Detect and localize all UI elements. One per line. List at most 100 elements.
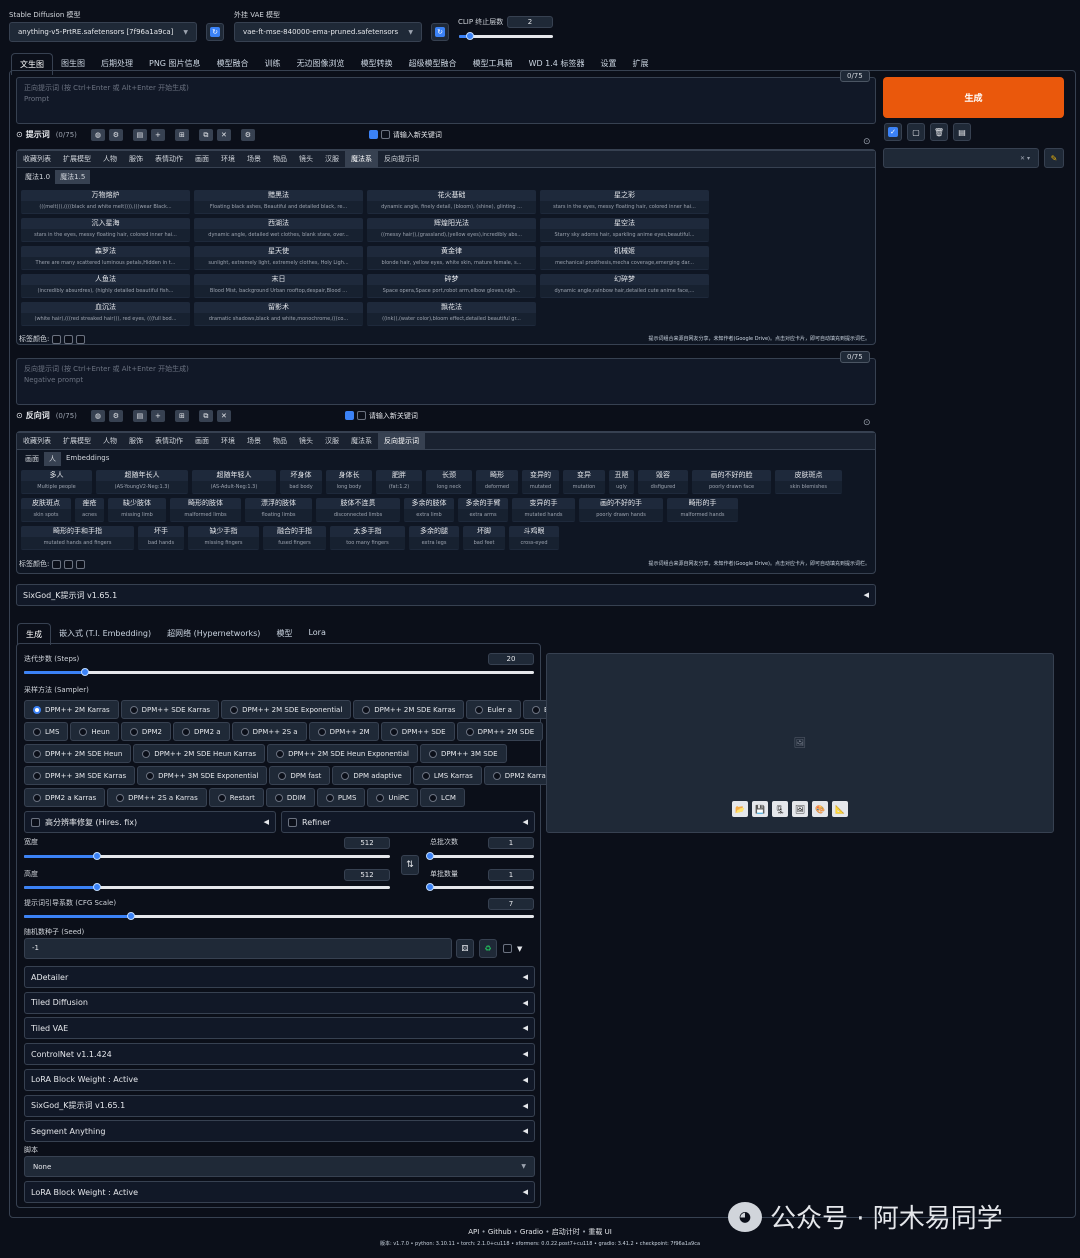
tag-card[interactable]: 坏脚 bad feet bbox=[463, 526, 505, 550]
color-swatch[interactable] bbox=[76, 559, 86, 569]
category-tab[interactable]: 画面 bbox=[189, 151, 215, 167]
category-tab[interactable]: 汉服 bbox=[319, 433, 345, 449]
tag-card[interactable]: 留影术 dramatic shadows,black and white,mono… bbox=[194, 302, 363, 326]
category-tab[interactable]: 表情动作 bbox=[149, 151, 189, 167]
sampler-option[interactable]: LMS Karras bbox=[412, 766, 482, 785]
sampler-option[interactable]: DDIM bbox=[265, 788, 315, 807]
sampler-option[interactable]: DPM++ 2M SDE bbox=[456, 722, 544, 741]
tag-card[interactable]: 沉入星海 stars in the eyes, messy floating ha… bbox=[21, 218, 190, 242]
slider-handle[interactable] bbox=[426, 883, 434, 891]
height-slider[interactable] bbox=[24, 883, 390, 891]
cfg-slider[interactable] bbox=[24, 912, 534, 920]
clip-slider[interactable] bbox=[459, 32, 553, 40]
tag-card[interactable]: 黄金律 blonde hair, yellow eyes, white skin,… bbox=[367, 246, 536, 270]
radio-dot[interactable] bbox=[116, 793, 125, 802]
sampler-option[interactable]: DPM++ 2M SDE Exponential bbox=[221, 700, 352, 719]
script-select[interactable]: None ▼ bbox=[24, 1156, 535, 1177]
tag-card[interactable]: 花火基础 dynamic angle, finely detail, (bloom… bbox=[367, 190, 536, 214]
radio-dot[interactable] bbox=[492, 771, 501, 780]
reuse-seed-button[interactable]: ♻ bbox=[479, 939, 497, 958]
color-swatch[interactable] bbox=[64, 559, 74, 569]
lora-block-weight-accordion[interactable]: LoRA Block Weight : Active ◀ bbox=[24, 1181, 535, 1203]
add-icon[interactable]: + bbox=[150, 409, 165, 422]
tag-card[interactable]: 畸形 deformed bbox=[476, 470, 518, 494]
tag-card[interactable]: 血沉法 (white hair),(((red streaked hair))),… bbox=[21, 302, 190, 326]
category-tab[interactable]: 人物 bbox=[97, 433, 123, 449]
clipboard-button[interactable]: ▤ bbox=[953, 123, 971, 141]
category-tab[interactable]: 魔法系 bbox=[345, 151, 378, 167]
steps-slider[interactable] bbox=[24, 668, 534, 676]
radio-dot[interactable] bbox=[421, 771, 430, 780]
keyword-checkbox[interactable] bbox=[344, 411, 354, 420]
sampler-option[interactable]: DPM++ 2M Karras bbox=[24, 700, 119, 719]
category-tab[interactable]: 收藏列表 bbox=[17, 151, 57, 167]
generate-button[interactable]: 生成 bbox=[883, 77, 1064, 118]
vae-select[interactable]: vae-ft-mse-840000-ema-pruned.safetensors… bbox=[234, 22, 422, 42]
category-tab[interactable]: 汉服 bbox=[319, 151, 345, 167]
negative-textarea[interactable]: 反向提示词 (按 Ctrl+Enter 或 Alt+Enter 开始生成) Neg… bbox=[16, 358, 876, 405]
grid-icon[interactable]: ⊞ bbox=[174, 409, 189, 422]
radio-dot[interactable] bbox=[142, 749, 151, 758]
image-icon[interactable]: 🖼 bbox=[792, 801, 808, 817]
radio-dot[interactable] bbox=[240, 727, 249, 736]
category-tab[interactable]: 服饰 bbox=[123, 151, 149, 167]
gen-tab-2[interactable]: 超网络 (Hypernetworks) bbox=[159, 623, 268, 645]
trash-icon[interactable]: ✕ bbox=[216, 409, 231, 422]
gen-tab-1[interactable]: 嵌入式 (T.I. Embedding) bbox=[51, 623, 159, 645]
triangle-down-icon[interactable]: ▼ bbox=[517, 945, 522, 953]
expand-icon[interactable]: ⊙ bbox=[863, 418, 871, 428]
category-tab[interactable]: 场景 bbox=[241, 433, 267, 449]
edit-style-button[interactable]: ✎ bbox=[1044, 148, 1064, 168]
gen-tab-0[interactable]: 生成 bbox=[17, 623, 51, 645]
random-seed-button[interactable]: ⚄ bbox=[456, 939, 474, 958]
extension-accordion[interactable]: LoRA Block Weight : Active ◀ bbox=[24, 1068, 535, 1091]
extension-accordion[interactable]: ControlNet v1.1.424 ◀ bbox=[24, 1043, 535, 1066]
extension-accordion[interactable]: Segment Anything ◀ bbox=[24, 1120, 535, 1143]
sampler-option[interactable]: DPM++ 2M SDE Karras bbox=[353, 700, 465, 719]
tag-card[interactable]: 变异的 mutated bbox=[522, 470, 559, 494]
tag-card[interactable]: 万物熔炉 (((melt))),((((black and white melt)… bbox=[21, 190, 190, 214]
sampler-option[interactable]: DPM++ 3M SDE bbox=[419, 744, 507, 763]
hires-accordion[interactable]: 高分辨率修复 (Hires. fix) ◀ bbox=[24, 811, 276, 833]
category-tab[interactable]: 服饰 bbox=[123, 433, 149, 449]
clear-button[interactable]: ▢ bbox=[907, 123, 925, 141]
subtab[interactable]: 画面 bbox=[20, 452, 44, 466]
radio-dot[interactable] bbox=[429, 793, 438, 802]
save-icon[interactable]: 💾 bbox=[752, 801, 768, 817]
sampler-option[interactable]: DPM++ 2S a Karras bbox=[107, 788, 207, 807]
category-tab[interactable]: 镜头 bbox=[293, 151, 319, 167]
category-tab[interactable]: 扩展模型 bbox=[57, 151, 97, 167]
keyword-checkbox-2[interactable] bbox=[380, 130, 390, 139]
tag-card[interactable]: 斗鸡眼 cross-eyed bbox=[509, 526, 559, 550]
model-select[interactable]: anything-v5-PrtRE.safetensors [7f96a1a9c… bbox=[9, 22, 197, 42]
width-slider[interactable] bbox=[24, 852, 390, 860]
tag-card[interactable]: 肥胖 (fat:1.2) bbox=[376, 470, 422, 494]
radio-dot[interactable] bbox=[33, 771, 41, 780]
sampler-option[interactable]: LMS bbox=[24, 722, 69, 741]
footer-link[interactable]: API bbox=[468, 1228, 479, 1236]
tag-card[interactable]: 变异 mutation bbox=[563, 470, 605, 494]
tag-card[interactable]: 长颈 long neck bbox=[426, 470, 472, 494]
paste-icon[interactable]: ▤ bbox=[132, 409, 147, 422]
subtab[interactable]: Embeddings bbox=[61, 452, 114, 466]
refresh-vae-button[interactable]: ↻ bbox=[431, 23, 449, 41]
sixgod-accordion[interactable]: SixGod_K提示词 v1.65.1 ◀ bbox=[16, 584, 876, 606]
radio-dot[interactable] bbox=[465, 727, 474, 736]
sampler-option[interactable]: DPM fast bbox=[269, 766, 331, 785]
sampler-option[interactable]: DPM++ 2M SDE Heun Karras bbox=[133, 744, 266, 763]
tag-card[interactable]: 畸形的手和手指 mutated hands and fingers bbox=[21, 526, 134, 550]
color-swatch[interactable] bbox=[76, 334, 86, 344]
folder-icon[interactable]: 📂 bbox=[732, 801, 748, 817]
subtab[interactable]: 魔法1.5 bbox=[55, 170, 91, 184]
extension-accordion[interactable]: ADetailer ◀ bbox=[24, 966, 535, 988]
sampler-option[interactable]: LCM bbox=[420, 788, 465, 807]
tag-card[interactable]: 变异的手 mutated hands bbox=[512, 498, 575, 522]
apply-style-button[interactable]: ✓ bbox=[884, 123, 902, 141]
radio-dot[interactable] bbox=[33, 705, 41, 714]
tag-card[interactable]: 漂浮的肢体 floating limbs bbox=[245, 498, 312, 522]
radio-dot[interactable] bbox=[230, 705, 239, 714]
add-icon[interactable]: + bbox=[150, 128, 165, 141]
tag-card[interactable]: 机械姬 mechanical prosthesis,mecha coverage,… bbox=[540, 246, 709, 270]
radio-dot[interactable] bbox=[181, 727, 190, 736]
sampler-option[interactable]: DPM++ SDE Karras bbox=[120, 700, 220, 719]
